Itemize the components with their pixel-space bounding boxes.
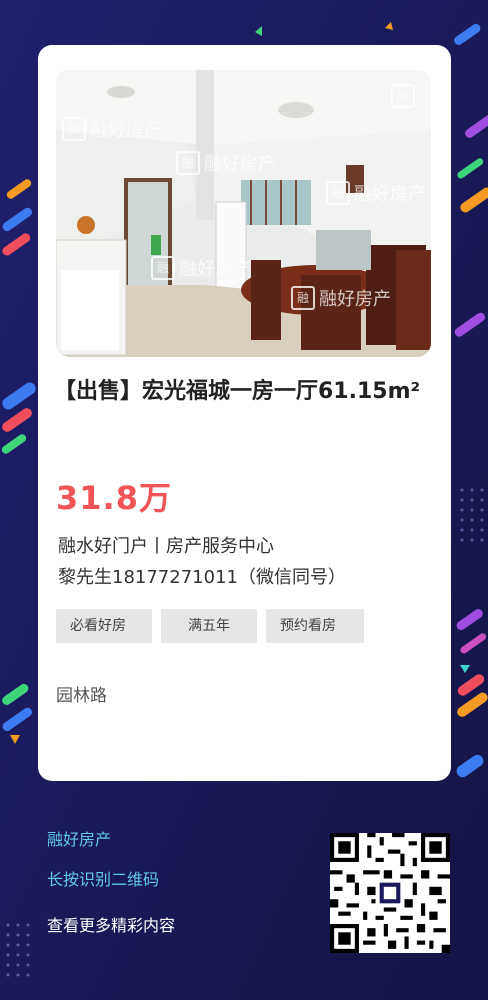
listing-title: 【出售】宏光福城一房一厅61.15m²	[54, 379, 421, 404]
tag: 满五年	[161, 609, 257, 643]
tag-list: 必看好房 满五年 预约看房	[56, 609, 364, 643]
watermark-text: 融好房产	[319, 289, 391, 310]
watermark-text: 融好房产	[179, 259, 251, 280]
more-content-label: 查看更多精彩内容	[47, 916, 176, 935]
watermark-text: 融好房产	[90, 120, 162, 141]
watermark-logo: 融	[326, 181, 350, 205]
location-label: 园林路	[56, 686, 107, 706]
tag: 必看好房	[56, 609, 152, 643]
photo-watermark: 融 融好房产	[326, 180, 426, 206]
photo-watermark: 融 融好房产	[176, 150, 276, 176]
room-image	[56, 70, 431, 357]
watermark-logo: 融	[176, 151, 200, 175]
photo-watermark: 融	[391, 84, 415, 108]
agency-name: 融水好门户丨房产服务中心	[58, 536, 274, 557]
photo-watermark: 融 融好房产	[151, 255, 251, 281]
watermark-text: 融好房产	[354, 184, 426, 205]
tag: 预约看房	[266, 609, 364, 643]
listing-price: 31.8万	[56, 479, 172, 517]
photo-watermark: 融 融好房产	[62, 116, 162, 142]
watermark-logo: 融	[62, 117, 86, 141]
watermark-text: 融好房产	[204, 154, 276, 175]
contact-info[interactable]: 黎先生18177271011（微信同号）	[58, 563, 346, 589]
watermark-logo: 融	[391, 84, 415, 108]
watermark-logo: 融	[291, 286, 315, 310]
scan-hint: 长按识别二维码	[47, 870, 160, 889]
photo-watermark: 融 融好房产	[291, 285, 391, 311]
footer-brand: 融好房产	[47, 830, 112, 849]
listing-card[interactable]: 融 融好房产 融 融好房产 融 融好房产 融 融好房产 融 融好房产 融 【出售…	[38, 45, 451, 781]
listing-photo[interactable]: 融 融好房产 融 融好房产 融 融好房产 融 融好房产 融 融好房产 融	[56, 70, 431, 357]
watermark-logo: 融	[151, 256, 175, 280]
qr-code[interactable]	[330, 833, 450, 953]
